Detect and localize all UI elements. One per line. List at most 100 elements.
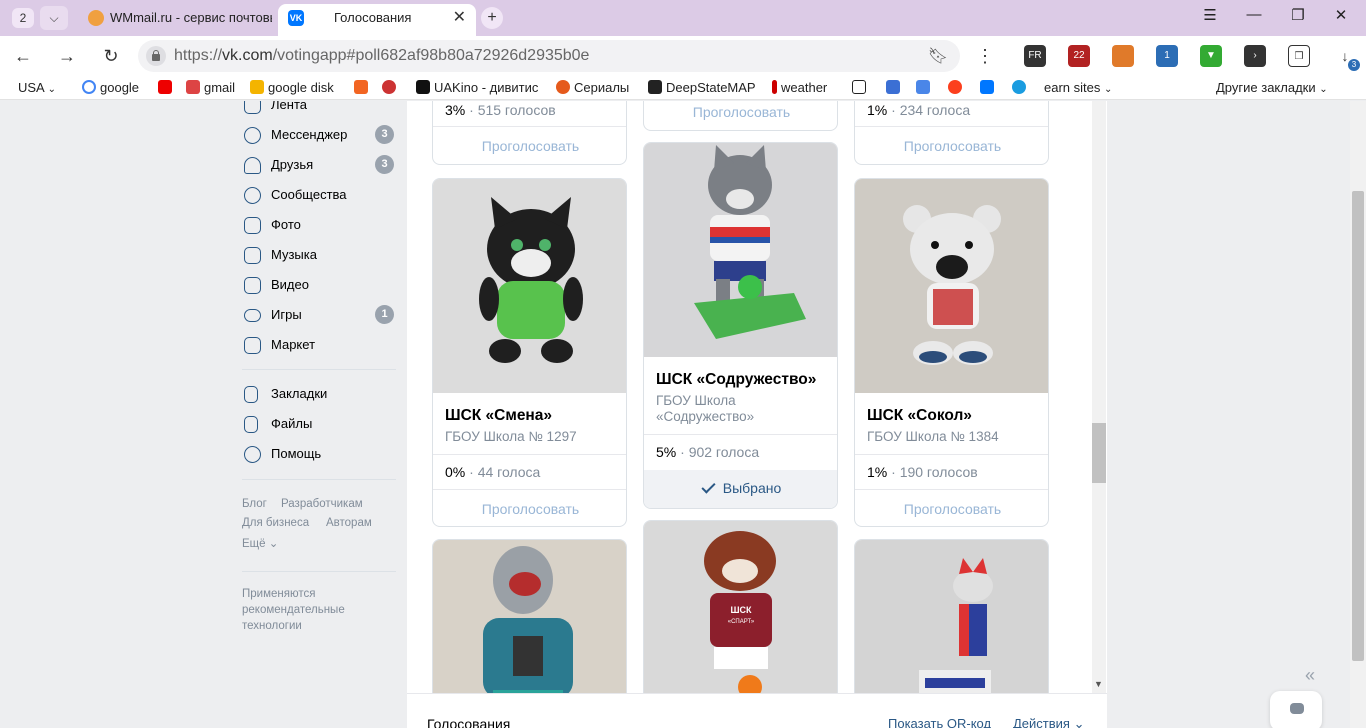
bookmark-icon[interactable]: 🔖︎: [928, 46, 948, 66]
show-qr-code-link[interactable]: Показать QR-код: [888, 716, 991, 728]
puzzle-icon[interactable]: 1: [1156, 45, 1178, 67]
card-school: ГБОУ Школа № 1297: [445, 429, 577, 444]
url-text[interactable]: https://vk.com/votingapp#poll682af98b80a…: [174, 47, 589, 65]
tab-title: WMmail.ru - сервис почтовых: [110, 10, 272, 25]
footer-link-authors[interactable]: Авторам: [326, 517, 372, 529]
bookmark-folder-other[interactable]: Другие закладки ⌄: [1216, 80, 1328, 95]
card-photo[interactable]: [433, 179, 626, 393]
counter-badge: 3: [375, 155, 394, 174]
terminal-icon[interactable]: ›: [1244, 45, 1266, 67]
downloads-icon[interactable]: ↓ 3: [1334, 45, 1360, 71]
card-title: ШСК «Содружество»: [656, 371, 817, 388]
bookmark-translate[interactable]: [916, 80, 934, 95]
bookmark-folder-earn-sites[interactable]: earn sites ⌄: [1044, 80, 1112, 95]
vote-button[interactable]: Проголосовать: [644, 104, 837, 120]
close-window-icon[interactable]: ✕: [1326, 6, 1356, 24]
card-photo[interactable]: ШСК «СПАРТ»: [644, 521, 837, 719]
lock-icon[interactable]: [146, 46, 166, 66]
minimize-icon[interactable]: —: [1239, 6, 1269, 23]
recommendation-notice[interactable]: Применяются рекомендательные технологии: [242, 586, 362, 634]
plush-bear-image: [903, 205, 1001, 365]
bookmark-serials[interactable]: Сериалы: [556, 80, 629, 95]
photo-icon: [244, 217, 261, 234]
restore-icon[interactable]: ❐: [1283, 6, 1313, 24]
scroll-thumb[interactable]: [1092, 423, 1106, 483]
bookmark-youtube[interactable]: [158, 80, 176, 95]
sidebar-item-market[interactable]: Маркет: [242, 335, 398, 357]
vote-button[interactable]: Проголосовать: [855, 501, 1048, 517]
tab-wmmail[interactable]: WMmail.ru - сервис почтовых: [80, 4, 272, 36]
sidebar-item-photos[interactable]: Фото: [242, 215, 398, 237]
sidebar-item-video[interactable]: Видео: [242, 275, 398, 297]
bookmark-flower[interactable]: [382, 80, 400, 95]
forward-arrow-icon[interactable]: →: [54, 44, 80, 68]
globe-icon[interactable]: FR: [1024, 45, 1046, 67]
bookmark-yandex[interactable]: [948, 80, 966, 95]
chat-bubble-icon: [1290, 703, 1304, 714]
sidebar-item-friends[interactable]: Друзья 3: [242, 155, 398, 177]
bookmark-f[interactable]: [354, 80, 372, 95]
chevron-down-icon: ⌄: [1073, 716, 1085, 728]
shield-icon[interactable]: 22: [1068, 45, 1090, 67]
new-tab-button[interactable]: +: [481, 7, 503, 29]
footer-link-blog[interactable]: Блог: [242, 498, 267, 510]
sidebar-item-messenger[interactable]: Мессенджер 3: [242, 125, 398, 147]
vote-button[interactable]: Проголосовать: [433, 501, 626, 517]
back-arrow-icon[interactable]: ←: [10, 44, 36, 68]
reload-icon[interactable]: ↻: [98, 44, 124, 68]
footer-link-developers[interactable]: Разработчикам: [281, 498, 363, 510]
bookmark-folder-usa[interactable]: USA ⌄: [18, 80, 56, 95]
chevron-down-icon: ⌄: [47, 84, 57, 95]
bookmark-star[interactable]: [1012, 80, 1030, 95]
collapse-double-chevron-icon[interactable]: «: [1305, 665, 1315, 686]
more-vertical-icon[interactable]: ⋮: [972, 44, 998, 68]
close-tab-icon[interactable]: ✕: [453, 4, 466, 32]
bookmark-google-disk[interactable]: google disk: [250, 80, 334, 95]
yandex-icon: [948, 80, 962, 94]
sidebar-item-feed[interactable]: Лента: [242, 101, 398, 117]
sidebar-item-bookmarks[interactable]: Закладки: [242, 384, 398, 406]
sidebar-item-files[interactable]: Файлы: [242, 414, 398, 436]
bookmark-arrow[interactable]: [886, 80, 904, 95]
chosen-button[interactable]: Выбрано: [644, 470, 837, 508]
card-photo[interactable]: [855, 179, 1048, 393]
card-photo[interactable]: [644, 143, 837, 357]
actions-menu[interactable]: Действия ⌄: [1013, 716, 1085, 728]
sidebar-item-communities[interactable]: Сообщества: [242, 185, 398, 207]
page-scroll-thumb[interactable]: [1352, 191, 1364, 661]
bookmark-weather[interactable]: weather: [772, 80, 827, 95]
sidebar-item-music[interactable]: Музыка: [242, 245, 398, 267]
scroll-down-arrow-icon[interactable]: ▼: [1094, 679, 1103, 689]
vote-button[interactable]: Проголосовать: [433, 138, 626, 154]
sidebar-item-help[interactable]: Помощь: [242, 444, 398, 466]
divider: [242, 571, 396, 572]
gmail-icon: [186, 80, 200, 94]
address-bar[interactable]: https://vk.com/votingapp#poll682af98b80a…: [138, 40, 960, 72]
content-scrollbar[interactable]: ▼: [1092, 101, 1106, 693]
file-icon: [244, 416, 258, 433]
footer-link-more[interactable]: Ещё ⌄: [242, 536, 278, 550]
shirt-label: «СПАРТ»: [728, 619, 755, 625]
vote-button[interactable]: Проголосовать: [855, 138, 1048, 154]
briefcase-icon[interactable]: [1112, 45, 1134, 67]
bookmark-gmail[interactable]: gmail: [186, 80, 235, 95]
tab-voting[interactable]: VK Голосования ✕: [278, 4, 476, 36]
bookmark-deepstatemap[interactable]: DeepStateMAP: [648, 80, 756, 95]
tab-list-chevron-icon[interactable]: ⌵: [40, 6, 68, 30]
bookmark-vk[interactable]: [980, 80, 998, 95]
bookmark-google[interactable]: google: [82, 80, 139, 95]
chevron-down-icon: ⌄: [1319, 84, 1328, 95]
tab-count-button[interactable]: 2: [12, 8, 34, 28]
vote-stat: 0% · 44 голоса: [445, 464, 541, 480]
download-arrow-icon[interactable]: ▼: [1200, 45, 1222, 67]
voting-app-content: 3% · 515 голосов Проголосовать Проголосо…: [407, 101, 1107, 728]
page-scrollbar[interactable]: [1350, 101, 1366, 728]
collections-icon[interactable]: ❒: [1288, 45, 1310, 67]
footer-link-business[interactable]: Для бизнеса: [242, 517, 309, 529]
bookmark-bc[interactable]: [852, 80, 870, 95]
sidebar-item-games[interactable]: Игры 1: [242, 305, 398, 327]
bookmark-uakino[interactable]: UAKino - дивитис: [416, 80, 538, 95]
chat-button[interactable]: [1270, 691, 1322, 728]
poll-card: ШСК «СПАРТ»: [643, 520, 838, 720]
menu-icon[interactable]: ☰: [1195, 6, 1225, 24]
